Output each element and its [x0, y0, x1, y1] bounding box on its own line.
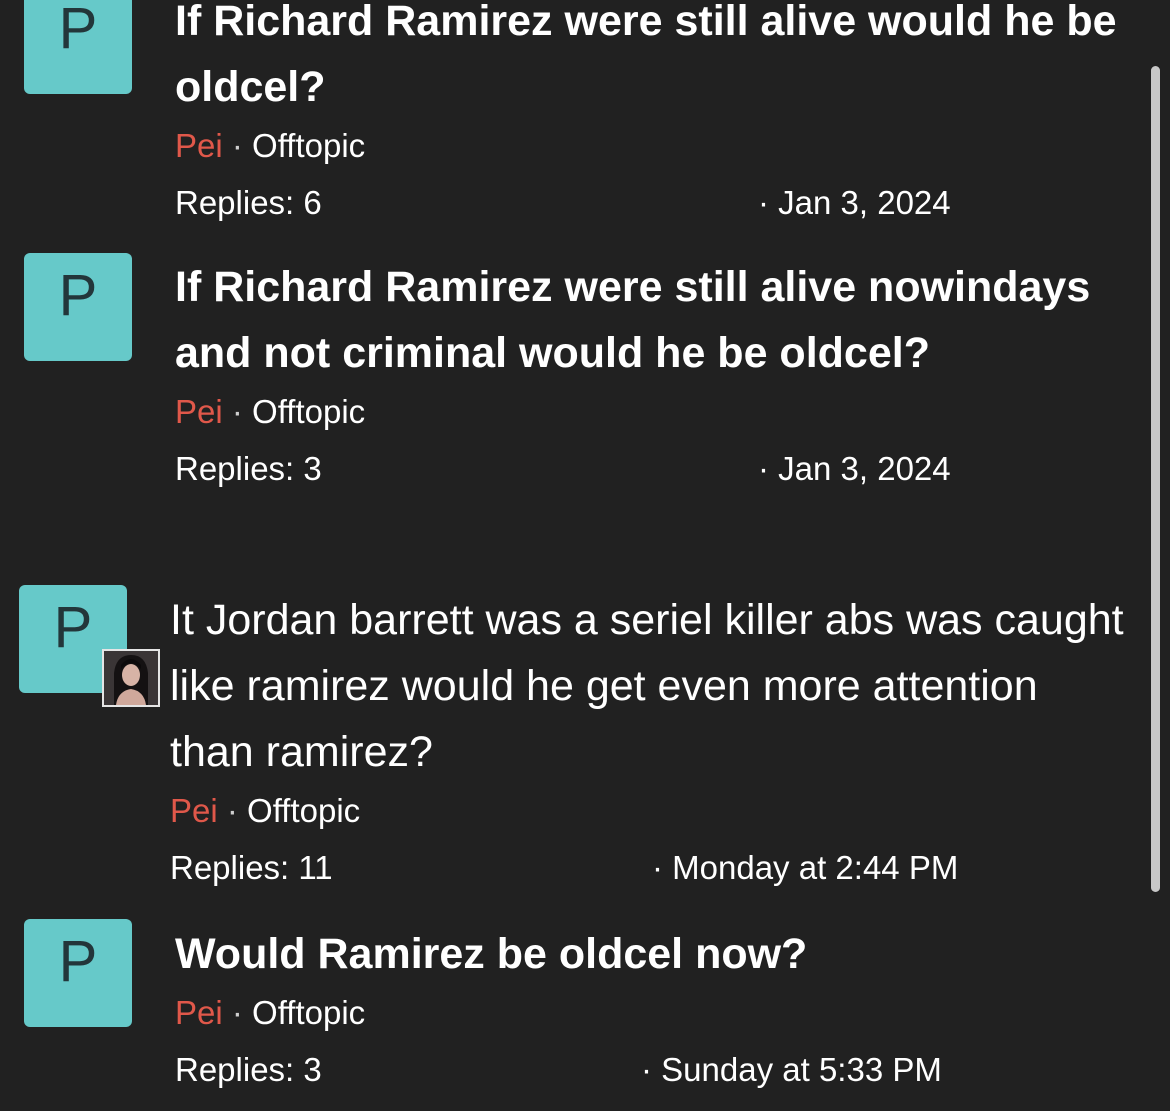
- participant-avatar[interactable]: [102, 649, 160, 707]
- meta-separator: ·: [226, 792, 238, 829]
- thread-meta: Pei · Offtopic: [170, 791, 1130, 831]
- thread-meta: Pei · Offtopic: [175, 993, 1125, 1033]
- user-avatar[interactable]: P: [24, 253, 132, 361]
- thread-meta: Pei · Offtopic: [175, 392, 1125, 432]
- thread-title[interactable]: Would Ramirez be oldcel now?: [175, 921, 1125, 987]
- thread-meta: Pei · Offtopic: [175, 126, 1125, 166]
- reply-count: Replies: 6: [175, 184, 322, 221]
- thread-date[interactable]: · Jan 3, 2024: [758, 449, 951, 489]
- thread-title[interactable]: If Richard Ramirez were still alive woul…: [175, 0, 1125, 120]
- thread-stats: Replies: 6 · Jan 3, 2024: [175, 183, 1125, 223]
- thread-author[interactable]: Pei: [175, 994, 223, 1031]
- thread-title[interactable]: It Jordan barrett was a seriel killer ab…: [170, 587, 1130, 785]
- reply-count: Replies: 11: [170, 849, 333, 886]
- user-avatar[interactable]: P: [24, 0, 132, 94]
- thread-date[interactable]: · Monday at 2:44 PM: [652, 848, 958, 888]
- thread-stats: Replies: 3 · Jan 3, 2024: [175, 449, 1125, 489]
- thread-forum[interactable]: Offtopic: [247, 792, 360, 829]
- thread-stats: Replies: 3 · Sunday at 5:33 PM: [175, 1050, 1125, 1090]
- profile-photo-icon: [104, 651, 158, 705]
- reply-count: Replies: 3: [175, 450, 322, 487]
- meta-separator: ·: [231, 994, 243, 1031]
- thread-date[interactable]: · Sunday at 5:33 PM: [641, 1050, 942, 1090]
- reply-count: Replies: 3: [175, 1051, 322, 1088]
- scrollbar[interactable]: [1151, 66, 1160, 892]
- meta-separator: ·: [231, 393, 243, 430]
- thread-forum[interactable]: Offtopic: [252, 127, 365, 164]
- thread-date[interactable]: · Jan 3, 2024: [758, 183, 951, 223]
- thread-title[interactable]: If Richard Ramirez were still alive nowi…: [175, 254, 1125, 386]
- thread-forum[interactable]: Offtopic: [252, 393, 365, 430]
- thread-author[interactable]: Pei: [175, 127, 223, 164]
- thread-stats: Replies: 11 · Monday at 2:44 PM: [170, 848, 1130, 888]
- thread-author[interactable]: Pei: [175, 393, 223, 430]
- user-avatar[interactable]: P: [24, 919, 132, 1027]
- thread-author[interactable]: Pei: [170, 792, 218, 829]
- thread-forum[interactable]: Offtopic: [252, 994, 365, 1031]
- meta-separator: ·: [231, 127, 243, 164]
